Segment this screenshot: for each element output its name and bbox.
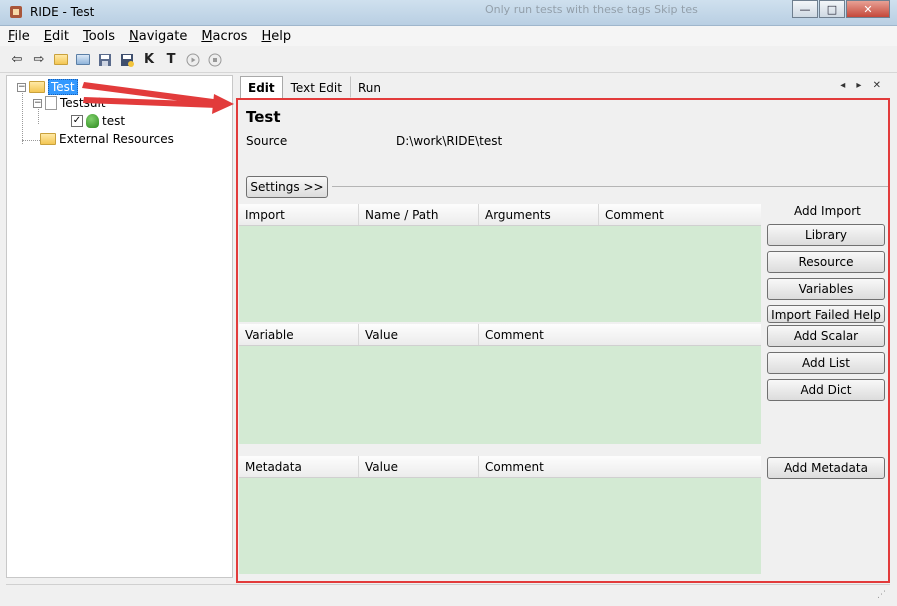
maximize-button[interactable]: □ bbox=[819, 0, 845, 18]
column-header: Name / Path bbox=[359, 204, 479, 225]
search-tests-icon[interactable]: T bbox=[162, 51, 180, 69]
forward-icon[interactable]: ⇨ bbox=[30, 51, 48, 69]
suite-title: Test bbox=[246, 108, 281, 126]
minimize-button[interactable]: — bbox=[792, 0, 818, 18]
tab-run[interactable]: Run bbox=[349, 76, 389, 98]
variable-table[interactable]: Variable Value Comment bbox=[239, 324, 761, 444]
tree-node-test[interactable]: − Test bbox=[17, 79, 78, 95]
import-table-header: Import Name / Path Arguments Comment bbox=[239, 204, 761, 226]
resource-button[interactable]: Resource bbox=[767, 251, 885, 273]
source-label: Source bbox=[246, 134, 288, 148]
open-suite-icon[interactable] bbox=[52, 51, 70, 69]
folder-icon bbox=[29, 81, 45, 93]
variable-table-header: Variable Value Comment bbox=[239, 324, 761, 346]
tree-label-external-resources[interactable]: External Resources bbox=[59, 132, 174, 146]
open-directory-icon[interactable] bbox=[74, 51, 92, 69]
menu-edit[interactable]: Edit bbox=[44, 29, 69, 44]
collapse-icon[interactable]: − bbox=[33, 98, 42, 108]
variables-button[interactable]: Variables bbox=[767, 278, 885, 300]
tree-node-testcase[interactable]: ✓ test bbox=[71, 114, 125, 128]
column-header: Value bbox=[359, 456, 479, 477]
column-header: Variable bbox=[239, 324, 359, 345]
file-icon bbox=[45, 96, 57, 110]
status-bar: ⋰ bbox=[6, 584, 890, 602]
save-all-icon[interactable] bbox=[118, 51, 136, 69]
column-header: Arguments bbox=[479, 204, 599, 225]
tree-node-external-resources[interactable]: External Resources bbox=[40, 132, 174, 146]
metadata-table-body[interactable] bbox=[239, 478, 761, 574]
column-header: Value bbox=[359, 324, 479, 345]
add-scalar-button[interactable]: Add Scalar bbox=[767, 325, 885, 347]
tree-label-testsuit[interactable]: Testsuit bbox=[60, 96, 106, 110]
suite-editor: Test Source D:\work\RIDE\test Settings >… bbox=[236, 98, 890, 583]
test-checkbox[interactable]: ✓ bbox=[71, 115, 83, 127]
robot-icon bbox=[86, 114, 99, 128]
import-table[interactable]: Import Name / Path Arguments Comment bbox=[239, 204, 761, 322]
metadata-table-header: Metadata Value Comment bbox=[239, 456, 761, 478]
tab-navigation[interactable]: ◂ ▸ ✕ bbox=[840, 80, 885, 91]
save-icon[interactable] bbox=[96, 51, 114, 69]
column-header: Metadata bbox=[239, 456, 359, 477]
window-title: RIDE - Test bbox=[30, 5, 95, 19]
menu-navigate[interactable]: Navigate bbox=[129, 29, 187, 44]
close-button[interactable]: ✕ bbox=[846, 0, 890, 18]
editor-tabs: Edit Text Edit Run bbox=[240, 76, 389, 98]
background-window-text: Only run tests with these tags Skip tes bbox=[485, 3, 698, 16]
library-button[interactable]: Library bbox=[767, 224, 885, 246]
tree-label-testcase[interactable]: test bbox=[102, 114, 125, 128]
project-tree: − Test − Testsuit ✓ test External Resour… bbox=[6, 75, 233, 578]
menu-bar: File Edit Tools Navigate Macros Help bbox=[0, 26, 897, 46]
toolbar: ⇦ ⇨ K T bbox=[0, 47, 897, 73]
back-icon[interactable]: ⇦ bbox=[8, 51, 26, 69]
stop-icon[interactable] bbox=[206, 51, 224, 69]
tree-node-testsuit[interactable]: − Testsuit bbox=[33, 96, 106, 110]
variable-table-body[interactable] bbox=[239, 346, 761, 444]
add-import-label: Add Import bbox=[794, 204, 861, 218]
add-metadata-button[interactable]: Add Metadata bbox=[767, 457, 885, 479]
menu-file[interactable]: File bbox=[8, 29, 30, 44]
add-list-button[interactable]: Add List bbox=[767, 352, 885, 374]
source-value: D:\work\RIDE\test bbox=[396, 134, 503, 148]
tab-text-edit[interactable]: Text Edit bbox=[283, 76, 350, 98]
column-header: Comment bbox=[485, 328, 544, 342]
settings-divider bbox=[332, 186, 888, 187]
title-bar: RIDE - Test Only run tests with these ta… bbox=[0, 0, 897, 26]
menu-macros[interactable]: Macros bbox=[201, 29, 247, 44]
import-table-body[interactable] bbox=[239, 226, 761, 322]
column-header: Import bbox=[239, 204, 359, 225]
column-header: Comment bbox=[485, 460, 544, 474]
ride-app-icon bbox=[8, 4, 24, 20]
search-keywords-icon[interactable]: K bbox=[140, 51, 158, 69]
collapse-icon[interactable]: − bbox=[17, 82, 26, 92]
resize-grip-icon[interactable]: ⋰ bbox=[877, 590, 886, 600]
menu-help[interactable]: Help bbox=[261, 29, 291, 44]
menu-tools[interactable]: Tools bbox=[83, 29, 115, 44]
add-dict-button[interactable]: Add Dict bbox=[767, 379, 885, 401]
tab-edit[interactable]: Edit bbox=[240, 76, 283, 98]
column-header: Comment bbox=[605, 208, 664, 222]
settings-button[interactable]: Settings >> bbox=[246, 176, 328, 198]
metadata-table[interactable]: Metadata Value Comment bbox=[239, 456, 761, 574]
import-failed-help-button[interactable]: Import Failed Help bbox=[767, 305, 885, 323]
folder-icon bbox=[40, 133, 56, 145]
tree-label-test[interactable]: Test bbox=[48, 79, 78, 95]
run-icon[interactable] bbox=[184, 51, 202, 69]
